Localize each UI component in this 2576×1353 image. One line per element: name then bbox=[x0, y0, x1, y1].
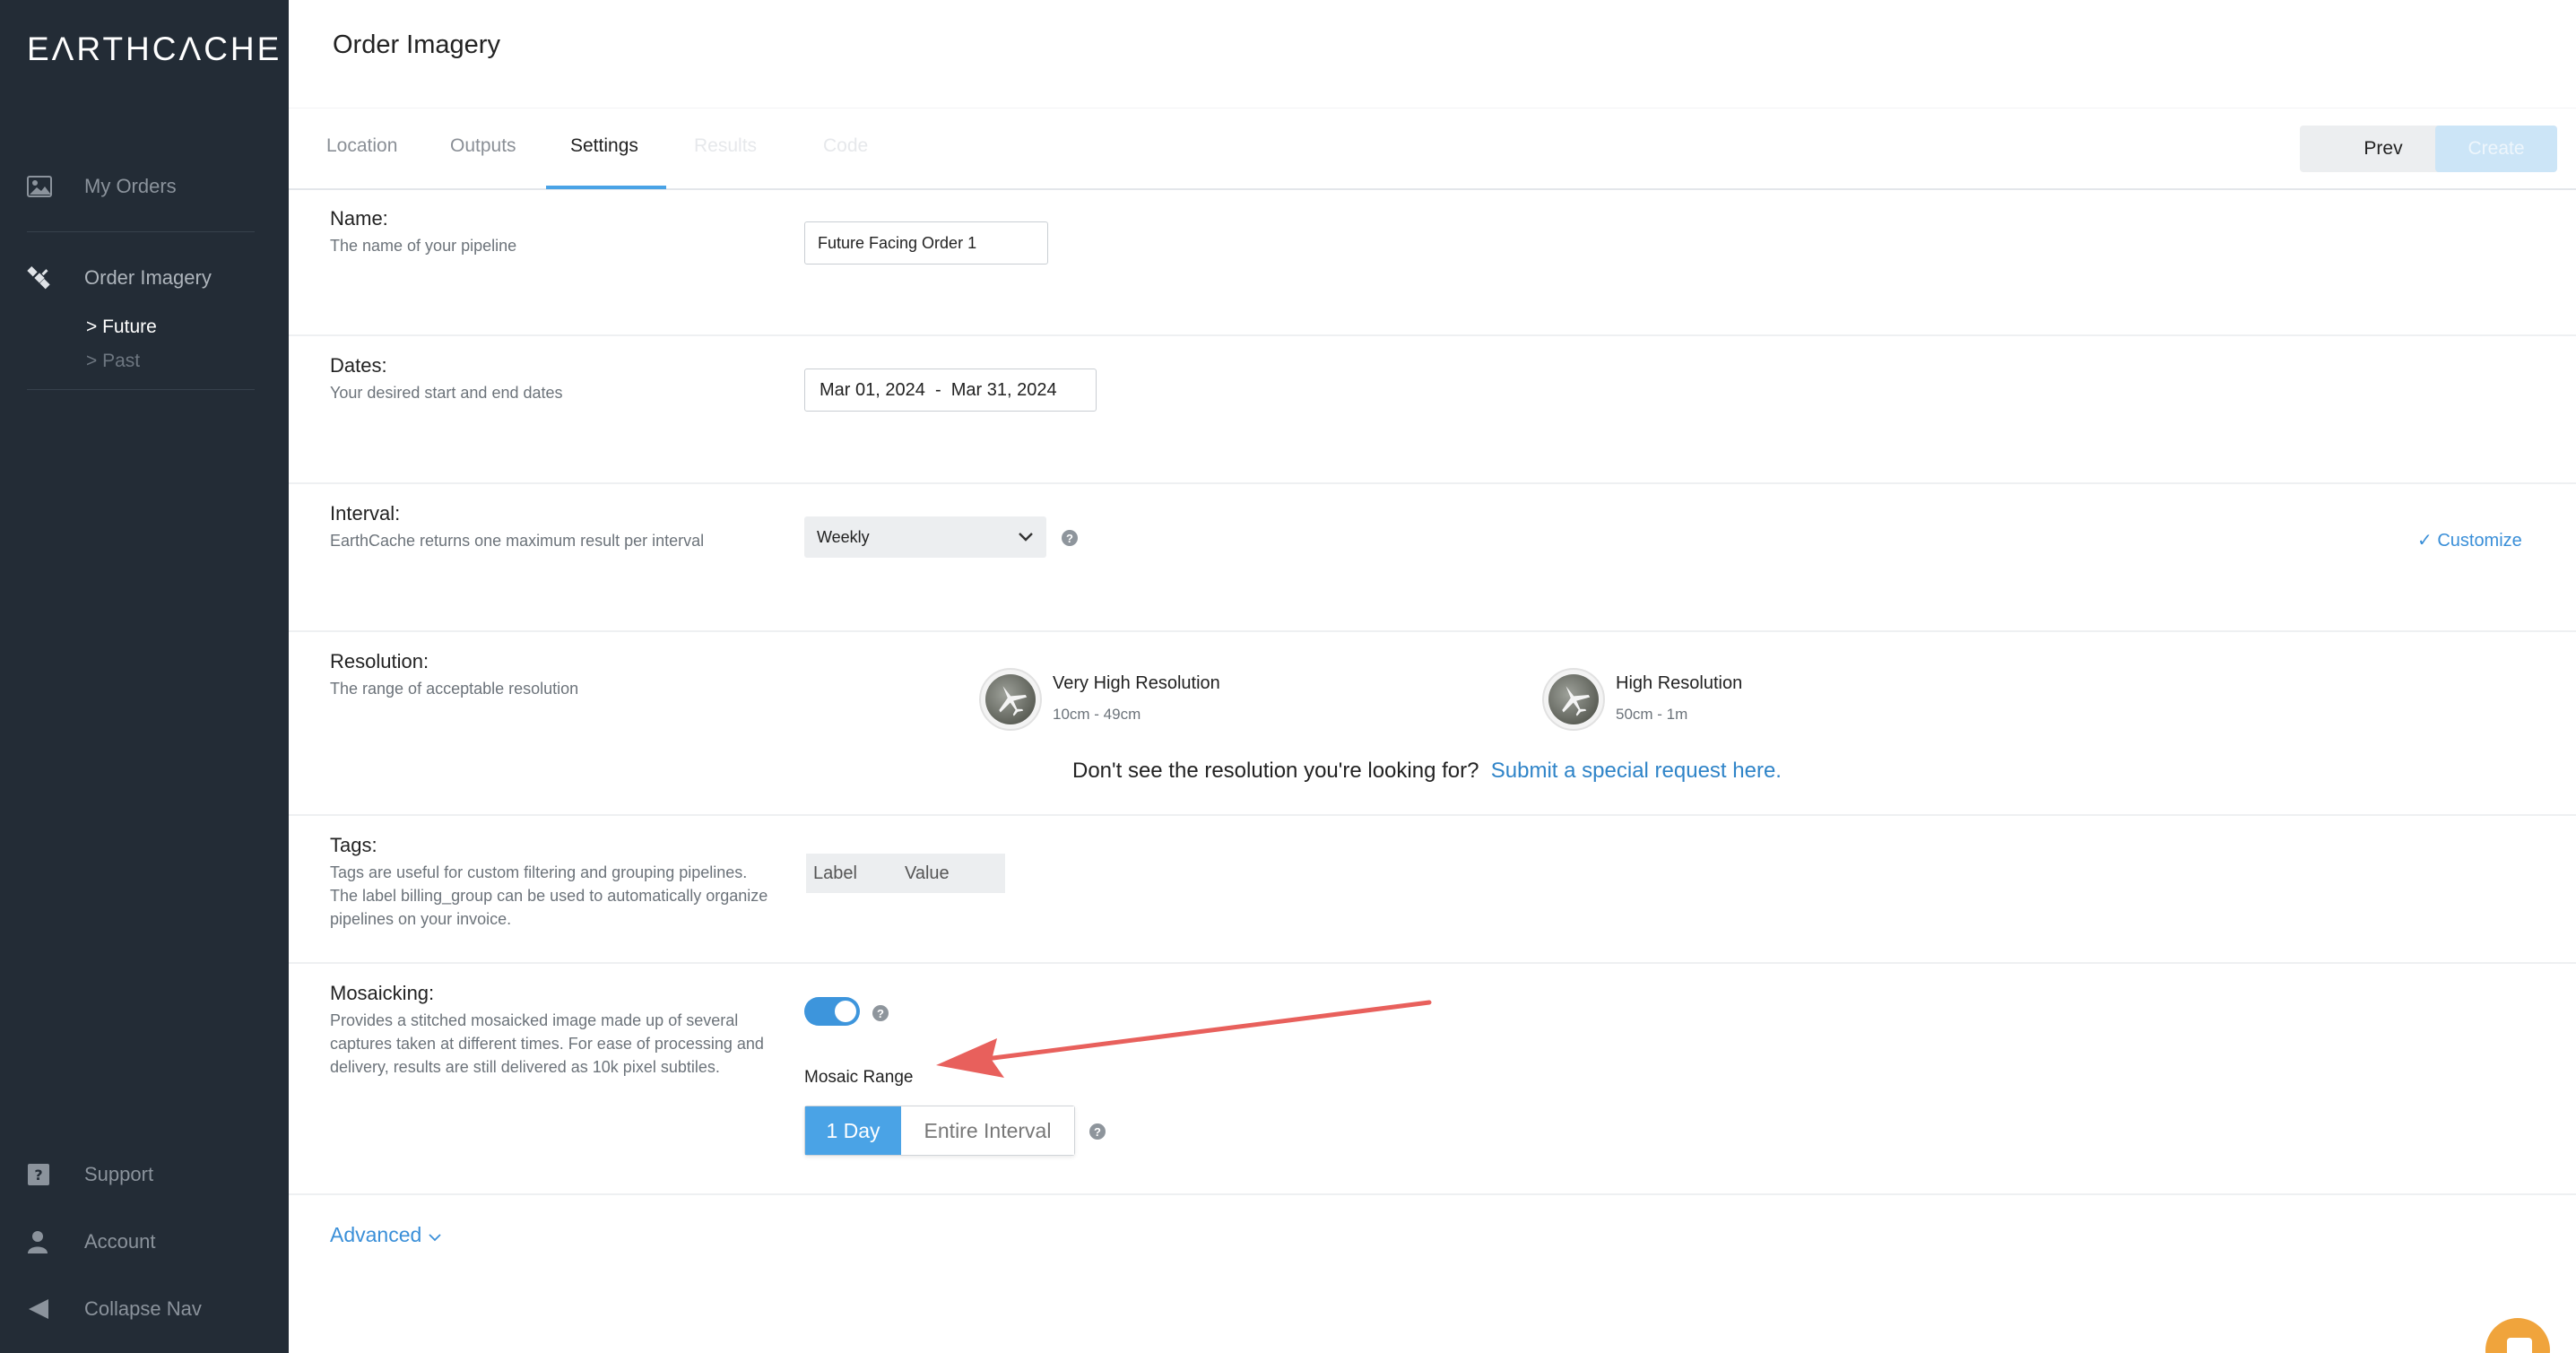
main-content: Order Imagery Location Outputs Settings … bbox=[289, 0, 2576, 1353]
triangle-left-icon bbox=[0, 1297, 84, 1321]
sidebar-subitem-future[interactable]: > Future bbox=[86, 317, 157, 338]
sidebar-item-label: Collapse Nav bbox=[84, 1297, 202, 1320]
earthcache-logo[interactable]: EΛRTHCΛCHE bbox=[27, 30, 282, 68]
annotation-arrow bbox=[936, 1000, 1432, 1078]
divider bbox=[27, 389, 255, 390]
sidebar-item-support[interactable]: ? Support bbox=[0, 1158, 289, 1191]
sidebar-item-label: Account bbox=[84, 1230, 156, 1253]
sidebar-item-collapse-nav[interactable]: Collapse Nav bbox=[0, 1293, 289, 1325]
satellite-icon bbox=[0, 265, 84, 291]
sidebar-item-my-orders[interactable]: My Orders bbox=[0, 170, 289, 203]
sidebar-item-order-imagery[interactable]: Order Imagery bbox=[0, 262, 289, 294]
image-icon bbox=[0, 176, 84, 197]
question-icon: ? bbox=[0, 1163, 84, 1186]
user-icon bbox=[0, 1230, 84, 1253]
chat-icon bbox=[2507, 1338, 2532, 1353]
sidebar-item-account[interactable]: Account bbox=[0, 1226, 289, 1258]
sidebar-item-label: Support bbox=[84, 1163, 154, 1185]
sidebar: EΛRTHCΛCHE My Orders Order Imagery > Fut… bbox=[0, 0, 289, 1353]
sidebar-item-label: Order Imagery bbox=[84, 266, 212, 289]
sidebar-subitem-past[interactable]: > Past bbox=[86, 351, 140, 372]
sidebar-item-label: My Orders bbox=[84, 175, 177, 197]
divider bbox=[27, 231, 255, 232]
svg-text:?: ? bbox=[34, 1167, 42, 1184]
